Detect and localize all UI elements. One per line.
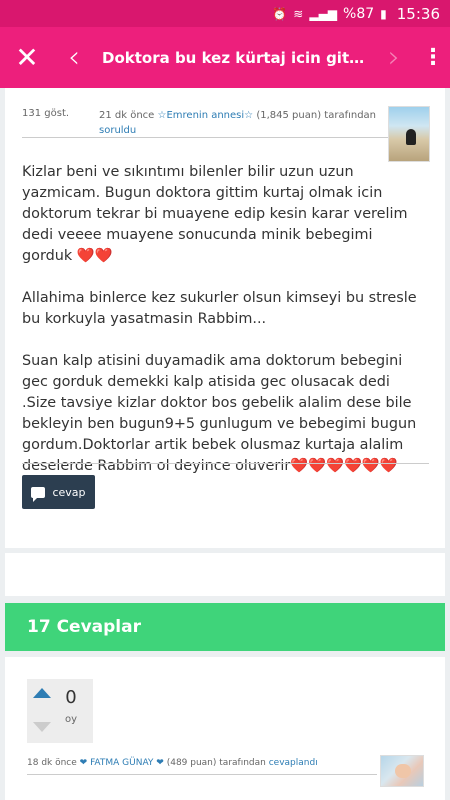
answer-time: 18 dk önce [27,758,77,768]
vote-count: 0 [65,687,77,708]
alarm-icon: ⏰ [272,6,288,21]
close-icon[interactable]: ✕ [0,27,54,88]
divider [22,137,392,138]
asker-user-link[interactable]: ☆Emrenin annesi☆ [158,110,254,121]
asked-info: 21 dk önce ☆Emrenin annesi☆ (1,845 puan)… [99,108,379,138]
page-title: Doktora bu kez kürtaj icin gitmisti... [102,48,372,67]
asker-points: (1,845 puan) [256,110,322,121]
vote-box: 0 oy [27,679,93,743]
app-bar: ✕ ‹ Doktora bu kez kürtaj icin gitmisti.… [0,27,450,88]
divider [22,463,429,464]
wifi-icon: ≋ [293,6,304,21]
asked-time: 21 dk önce [99,110,155,121]
vote-up-icon[interactable] [33,688,51,698]
by-text: tarafından [219,758,266,768]
question-meta: 131 göst. 21 dk önce ☆Emrenin annesi☆ (1… [22,108,412,154]
signal-icon: ▂▄▆ [309,6,338,21]
reply-button[interactable]: cevap [22,475,95,509]
answered-link[interactable]: cevaplandı [269,758,318,768]
vote-down-icon[interactable] [33,722,51,732]
answerer-avatar[interactable] [380,755,424,787]
reply-button-label: cevap [52,485,86,499]
question-body: Kizlar beni ve sıkıntımı bilenler bilir … [22,162,427,477]
answers-header: 17 Cevaplar [5,603,445,651]
forward-icon[interactable]: › [372,27,416,88]
divider [27,774,377,775]
more-options-icon[interactable]: ⋮ [416,27,450,88]
back-icon[interactable]: ‹ [54,27,94,88]
battery-level: %87 [343,5,375,22]
question-paragraph: Suan kalp atisini duyamadik ama doktorum… [22,353,417,474]
vote-unit: oy [64,714,78,725]
answers-count-title: 17 Cevaplar [27,617,141,637]
answer-meta: 18 dk önce ❤ FATMA GÜNAY ❤ (489 puan) ta… [27,758,377,768]
answerer-points: (489 puan) [166,758,217,768]
question-card: 131 göst. 21 dk önce ☆Emrenin annesi☆ (1… [5,88,445,548]
answer-card: 0 oy 18 dk önce ❤ FATMA GÜNAY ❤ (489 pua… [5,657,445,800]
chat-bubble-icon [31,486,46,502]
empty-card [5,553,445,596]
asked-link[interactable]: soruldu [99,125,136,136]
answerer-user-link[interactable]: ❤ FATMA GÜNAY ❤ [80,758,164,768]
by-text: tarafından [324,110,377,121]
asker-avatar[interactable] [388,106,430,162]
view-count: 131 göst. [22,108,70,119]
clock: 15:36 [396,4,440,23]
question-paragraph: Kizlar beni ve sıkıntımı bilenler bilir … [22,164,408,264]
battery-icon: ▮ [380,6,387,21]
status-bar: ⏰ ≋ ▂▄▆ %87 ▮ 15:36 [0,0,450,27]
question-paragraph: Allahima binlerce kez sukurler olsun kim… [22,290,417,327]
